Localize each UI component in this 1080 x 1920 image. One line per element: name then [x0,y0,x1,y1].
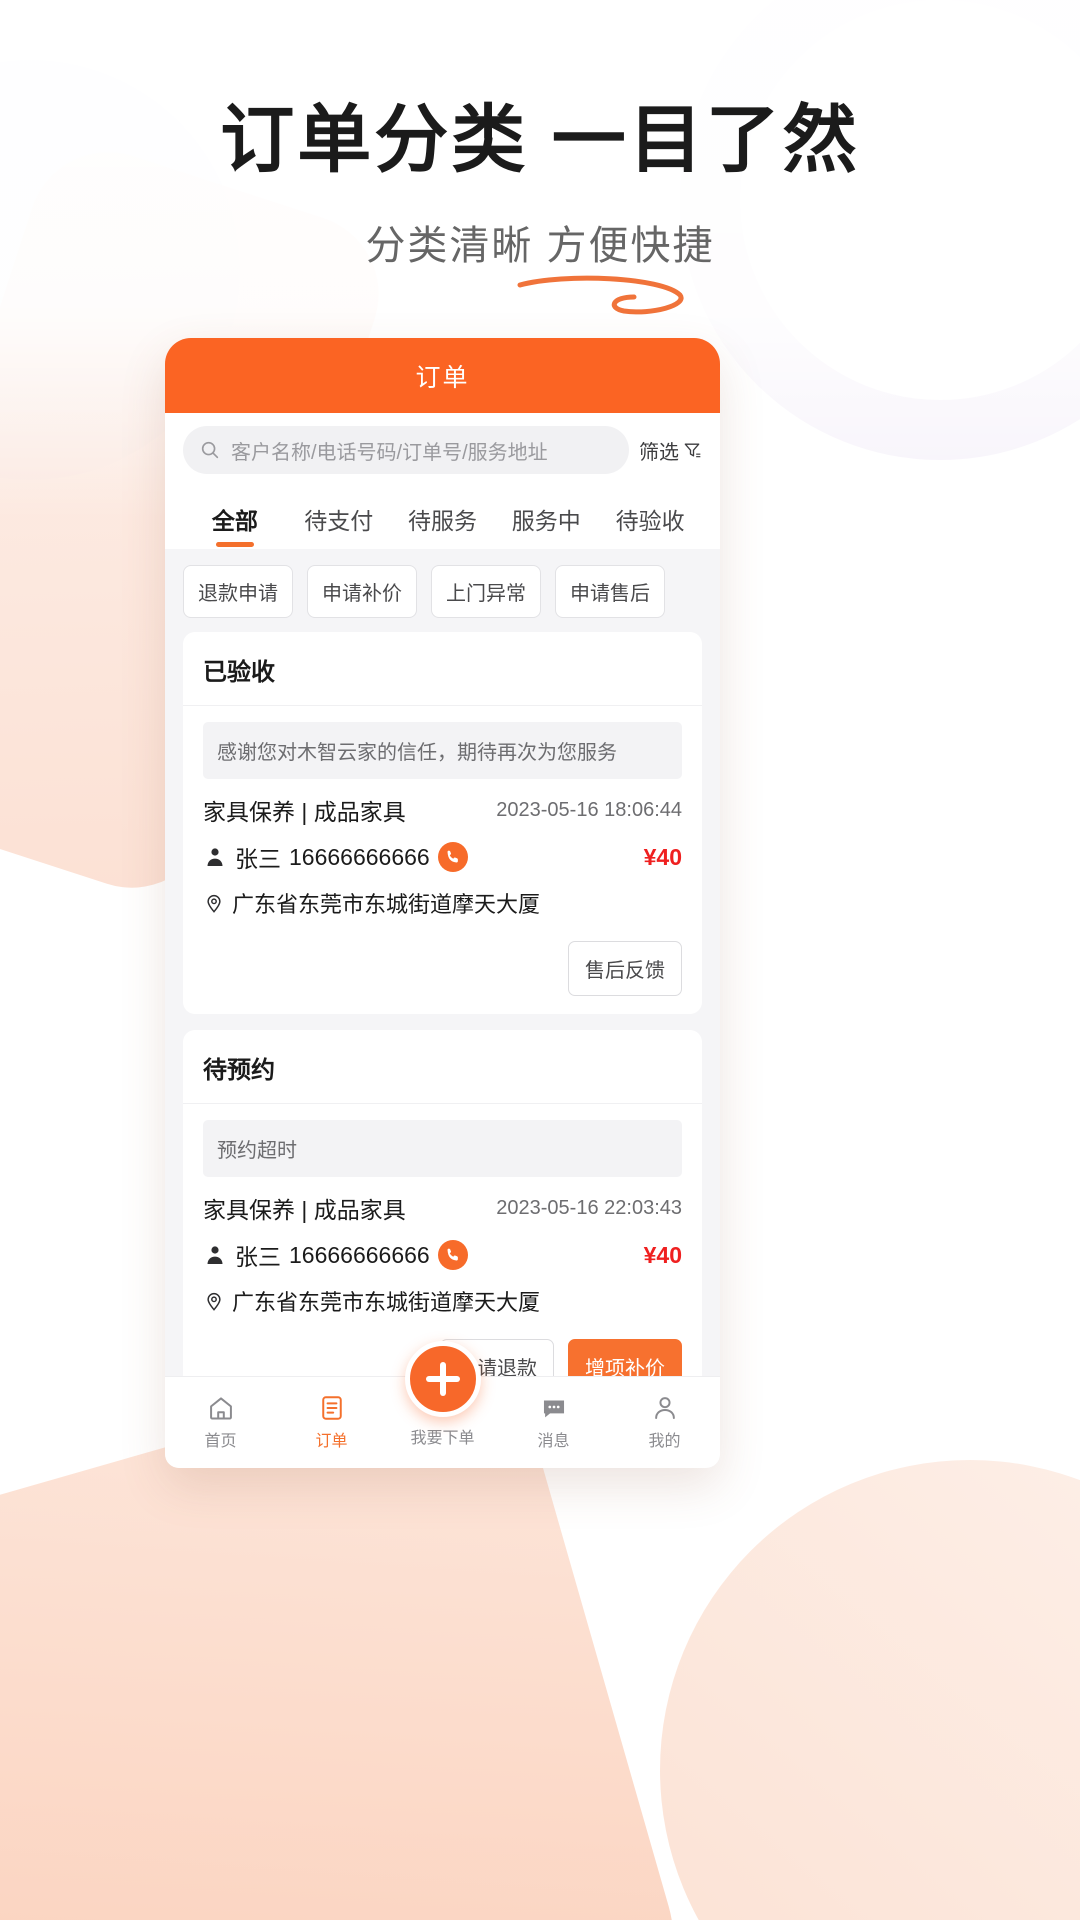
order-customer-name: 张三 [235,846,281,872]
order-address: 广东省东莞市东城街道摩天大厦 [232,1290,541,1315]
search-placeholder: 客户名称/电话号码/订单号/服务地址 [231,441,548,464]
plus-circle-icon[interactable] [404,1341,481,1417]
location-pin-icon [203,1290,225,1312]
order-card[interactable]: 待预约 预约超时 家具保养 | 成品家具 2023-05-16 22:03:43 [183,1030,702,1376]
order-contact-row: 张三 16666666666 ¥40 [203,840,682,874]
filter-label: 筛选 [639,441,679,464]
order-customer-phone: 16666666666 [289,1241,430,1268]
person-icon [203,845,227,869]
background-peach-right [660,1460,1080,1920]
filter-chip-row: 退款申请 申请补价 上门异常 申请售后 [165,549,720,632]
nav-label-messages: 消息 [537,1433,570,1450]
hero-title: 订单分类 一目了然 [220,98,860,181]
call-icon[interactable] [437,1240,468,1270]
order-address-row: 广东省东莞市东城街道摩天大厦 [203,887,682,919]
filter-button[interactable]: 筛选 [639,436,704,465]
chip-after-sales[interactable]: 申请售后 [555,565,665,618]
app-header: 订单 [165,338,720,413]
order-price: ¥40 [643,1241,682,1268]
order-status-title: 待预约 [183,1030,702,1104]
tab-pending-payment[interactable]: 待支付 [287,502,391,549]
nav-label-profile: 我的 [648,1433,681,1450]
order-card-body: 感谢您对木智云家的信任，期待再次为您服务 家具保养 | 成品家具 2023-05… [183,706,702,1014]
order-notice: 预约超时 [203,1120,682,1177]
order-service-name: 家具保养 | 成品家具 [203,799,406,825]
order-card[interactable]: 已验收 感谢您对木智云家的信任，期待再次为您服务 家具保养 | 成品家具 202… [183,632,702,1014]
order-card-body: 预约超时 家具保养 | 成品家具 2023-05-16 22:03:43 张三 [183,1104,702,1376]
order-status-title: 已验收 [183,632,702,706]
tab-pending-service[interactable]: 待服务 [391,502,495,549]
message-icon [540,1394,568,1422]
order-service-name: 家具保养 | 成品家具 [203,1197,406,1223]
document-icon [318,1394,346,1422]
order-contact: 张三 16666666666 [203,1238,468,1272]
order-list-scroll[interactable]: 退款申请 申请补价 上门异常 申请售后 已验收 感谢您对木智云家的信任，期待再次… [165,549,720,1376]
person-icon [651,1394,679,1422]
bottom-navigation: 首页 订单 我要下单 消息 我的 [165,1341,720,1468]
order-timestamp: 2023-05-16 18:06:44 [496,798,682,821]
chip-visit-exception[interactable]: 上门异常 [431,565,541,618]
tab-all[interactable]: 全部 [183,502,287,549]
order-contact: 张三 16666666666 [203,840,468,874]
tab-in-service[interactable]: 服务中 [494,502,598,549]
order-contact-row: 张三 16666666666 ¥40 [203,1238,682,1272]
after-sales-feedback-button[interactable]: 售后反馈 [568,941,682,996]
person-icon [203,1243,227,1267]
tab-pending-acceptance[interactable]: 待验收 [598,502,702,549]
hero-subtitle: 分类清晰 方便快捷 [365,224,715,269]
page-title: 订单 [415,363,470,392]
nav-item-home[interactable]: 首页 [165,1394,276,1451]
home-icon [207,1394,235,1422]
order-address: 广东省东莞市东城街道摩天大厦 [232,892,541,917]
nav-item-messages[interactable]: 消息 [498,1394,609,1451]
hero-section: 订单分类 一目了然 分类清晰 方便快捷 [0,0,1080,337]
order-customer-phone: 16666666666 [289,843,430,870]
nav-item-orders[interactable]: 订单 [276,1394,387,1451]
nav-item-profile[interactable]: 我的 [609,1394,720,1451]
order-customer-name: 张三 [235,1244,281,1270]
nav-label-orders: 订单 [315,1433,348,1450]
phone-mockup: 订单 客户名称/电话号码/订单号/服务地址 筛选 全部 待支付 待服务 服务中 … [165,338,720,1468]
search-icon [199,439,221,461]
order-price: ¥40 [643,843,682,870]
hero-swoosh [0,275,1080,337]
order-actions: 售后反馈 [203,941,682,996]
order-service-row: 家具保养 | 成品家具 2023-05-16 22:03:43 [203,1191,682,1225]
call-icon[interactable] [437,842,468,872]
nav-label-create-order: 我要下单 [410,1429,475,1447]
order-status-tabs: 全部 待支付 待服务 服务中 待验收 [165,487,720,549]
order-service-row: 家具保养 | 成品家具 2023-05-16 18:06:44 [203,793,682,827]
order-address-row: 广东省东莞市东城街道摩天大厦 [203,1285,682,1317]
filter-icon [682,440,702,460]
search-row: 客户名称/电话号码/订单号/服务地址 筛选 [165,413,720,487]
location-pin-icon [203,892,225,914]
additional-charge-button[interactable]: 增项补价 [568,1339,682,1376]
chip-price-adjustment[interactable]: 申请补价 [307,565,417,618]
order-notice: 感谢您对木智云家的信任，期待再次为您服务 [203,722,682,779]
chip-refund-application[interactable]: 退款申请 [183,565,293,618]
search-input[interactable]: 客户名称/电话号码/订单号/服务地址 [183,426,629,474]
order-timestamp: 2023-05-16 22:03:43 [496,1196,682,1219]
nav-label-home: 首页 [204,1433,237,1450]
